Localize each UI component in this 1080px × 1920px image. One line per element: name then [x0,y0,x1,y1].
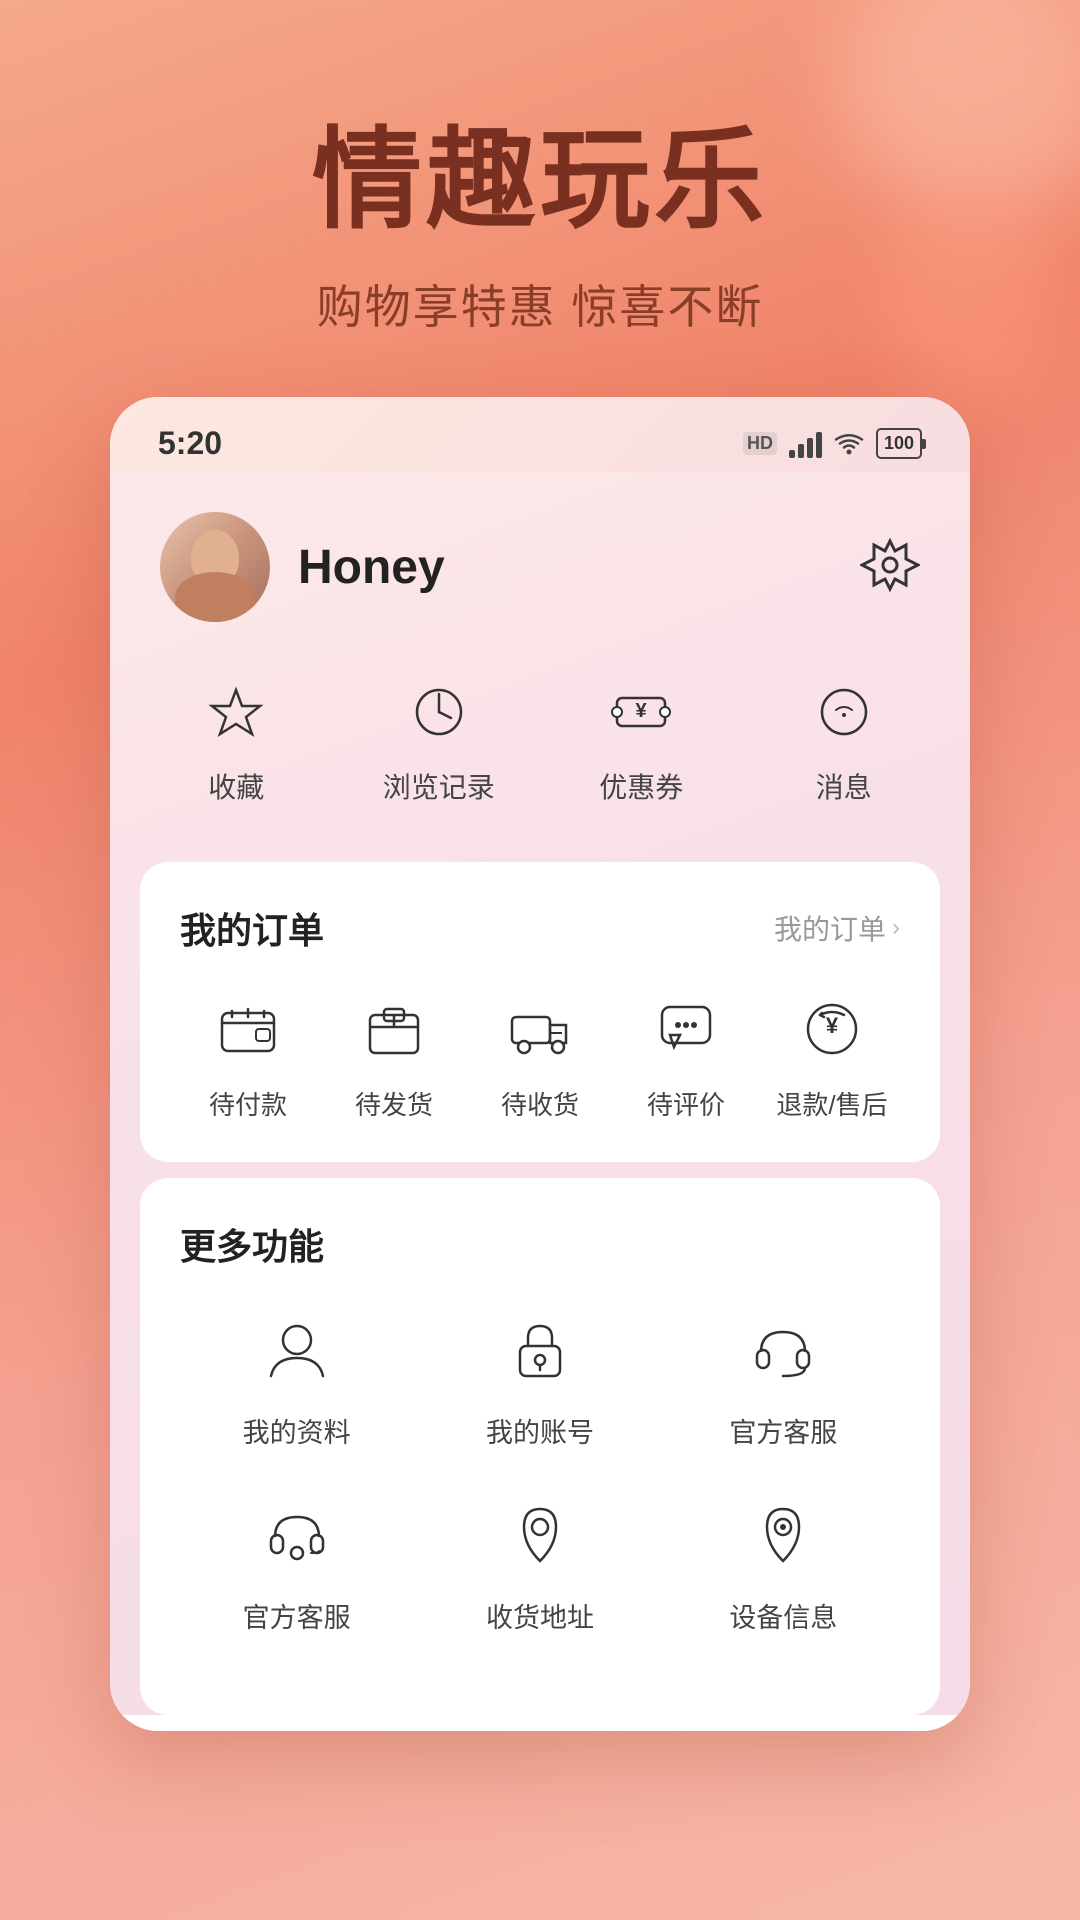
page-container: 情趣玩乐 购物享特惠 惊喜不断 5:20 HD [0,0,1080,1920]
user-icon [252,1305,342,1395]
features-title: 更多功能 [180,1218,324,1270]
app-content: Honey 收藏 [110,472,970,1715]
feature-label-account: 我的账号 [486,1411,594,1450]
more-features-card: 更多功能 我的资料 [140,1178,940,1715]
nav-item-favorites[interactable]: 收藏 [140,672,333,806]
status-bar: 5:20 HD [110,397,970,472]
quick-nav: 收藏 浏览记录 [110,652,970,846]
feature-item-address[interactable]: 收货地址 [423,1490,656,1635]
hero-subtitle: 购物享特惠 惊喜不断 [0,271,1080,337]
order-item-pending-review[interactable]: 待评价 [618,989,754,1122]
clock-icon [399,672,479,752]
feature-label-device: 设备信息 [729,1596,837,1635]
order-item-pending-receive[interactable]: 待收货 [472,989,608,1122]
wifi-icon [834,430,864,458]
message-icon [804,672,884,752]
svg-text:¥: ¥ [826,1013,839,1038]
hero-title: 情趣玩乐 [0,120,1080,241]
profile-left: Honey [160,512,445,622]
avatar[interactable] [160,512,270,622]
truck-icon [500,989,580,1069]
phone-mockup: 5:20 HD [110,397,970,1731]
signal-icon [789,430,822,458]
bottom-spacer [180,1635,900,1675]
feature-item-service1[interactable]: 官方客服 [667,1305,900,1450]
order-label-pending-receive: 待收货 [501,1085,579,1122]
nav-item-coupons[interactable]: ¥ 优惠券 [545,672,738,806]
battery-icon: 100 [876,428,922,459]
features-grid: 我的资料 我的账号 [180,1305,900,1635]
profile-header: Honey [110,472,970,652]
order-label-pending-pay: 待付款 [209,1085,287,1122]
feature-label-profile: 我的资料 [243,1411,351,1450]
nav-label-coupons: 优惠券 [599,766,683,806]
status-time: 5:20 [158,425,222,462]
headset-icon [738,1305,828,1395]
features-row-1: 我的资料 我的账号 [180,1305,900,1450]
feature-label-address: 收货地址 [486,1596,594,1635]
order-label-refund: 退款/售后 [776,1085,887,1122]
settings-button[interactable] [860,535,920,600]
feature-item-service2[interactable]: 官方客服 [180,1490,413,1635]
feature-item-account[interactable]: 我的账号 [423,1305,656,1450]
order-label-pending-review: 待评价 [647,1085,725,1122]
hd-badge: HD [743,432,777,455]
feature-item-profile[interactable]: 我的资料 [180,1305,413,1450]
orders-card-header: 我的订单 我的订单 › [180,902,900,954]
device-icon [738,1490,828,1580]
svg-text:¥: ¥ [636,700,648,722]
wallet-icon [208,989,288,1069]
location-icon [495,1490,585,1580]
package-icon [354,989,434,1069]
settings-icon [860,535,920,595]
order-item-pending-pay[interactable]: 待付款 [180,989,316,1122]
feature-item-device[interactable]: 设备信息 [667,1490,900,1635]
order-label-pending-ship: 待发货 [355,1085,433,1122]
nav-item-messages[interactable]: 消息 [748,672,941,806]
comment-icon [646,989,726,1069]
star-icon [196,672,276,752]
status-icons: HD 100 [743,428,922,459]
hero-section: 情趣玩乐 购物享特惠 惊喜不断 [0,0,1080,397]
order-item-pending-ship[interactable]: 待发货 [326,989,462,1122]
headset2-icon [252,1490,342,1580]
order-icons-list: 待付款 待发货 [180,989,900,1122]
nav-label-history: 浏览记录 [383,766,495,806]
coupon-icon: ¥ [601,672,681,752]
orders-card: 我的订单 我的订单 › [140,862,940,1162]
nav-item-history[interactable]: 浏览记录 [343,672,536,806]
nav-label-favorites: 收藏 [208,766,264,806]
chevron-right-icon: › [892,914,900,942]
refund-icon: ¥ [792,989,872,1069]
username: Honey [298,540,445,595]
lock-icon [495,1305,585,1395]
order-item-refund[interactable]: ¥ 退款/售后 [764,989,900,1122]
orders-link[interactable]: 我的订单 › [774,908,900,948]
features-card-header: 更多功能 [180,1218,900,1270]
nav-label-messages: 消息 [816,766,872,806]
feature-label-service2: 官方客服 [243,1596,351,1635]
features-row-2: 官方客服 收货地址 [180,1490,900,1635]
orders-title: 我的订单 [180,902,324,954]
feature-label-service1: 官方客服 [729,1411,837,1450]
